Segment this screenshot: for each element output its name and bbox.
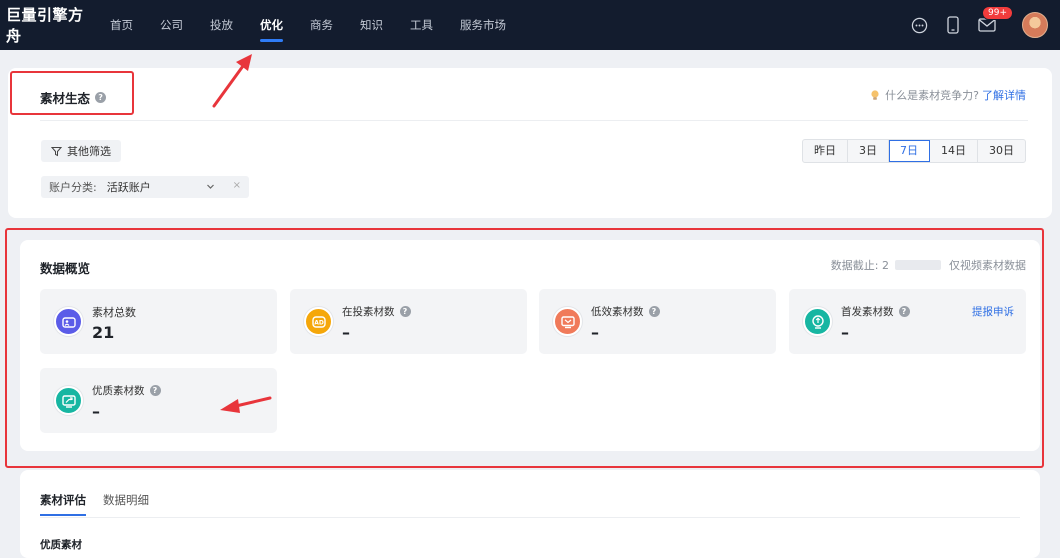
overview-meta: 数据截止: 2 仅视频素材数据 [831, 257, 1026, 273]
stat-value: 21 [92, 323, 115, 342]
nav-item-knowledge[interactable]: 知识 [360, 0, 383, 50]
quality-materials-title: 优质素材 [40, 539, 82, 551]
learn-more-link[interactable]: 了解详情 [982, 87, 1026, 103]
stat-name-row: 在投素材数? [342, 304, 411, 319]
nav-item-company[interactable]: 公司 [160, 0, 183, 50]
stat-name-row: 首发素材数? [841, 304, 910, 319]
brand-logo[interactable]: 巨量引擎方舟 [0, 4, 98, 46]
help-text: 什么是素材竞争力? [885, 89, 979, 102]
nav-right-tools: 99+ [894, 0, 1048, 50]
range-7d[interactable]: 7日 [889, 140, 930, 162]
stat-name-row: 低效素材数? [591, 304, 660, 319]
mobile-icon[interactable] [944, 16, 962, 34]
stat-name: 首发素材数 [841, 306, 894, 318]
first-release-icon [803, 307, 832, 336]
stat-name-row: 优质素材数? [92, 383, 161, 398]
account-type-select[interactable]: 账户分类: 活跃账户 × [41, 176, 249, 198]
filter-icon [51, 146, 62, 156]
stat-quality-materials[interactable]: 优质素材数? – [40, 368, 277, 433]
page-title-text: 素材生态 [40, 91, 91, 106]
date-range-selector: 昨日 3日 7日 14日 30日 [802, 139, 1026, 163]
range-3d[interactable]: 3日 [848, 140, 889, 162]
other-filter-button[interactable]: 其他筛选 [41, 140, 121, 162]
help-icon[interactable]: ? [95, 92, 107, 103]
tab-data-detail[interactable]: 数据明细 [103, 492, 149, 508]
nav-item-home[interactable]: 首页 [110, 0, 133, 50]
nav-item-ads[interactable]: 投放 [210, 0, 233, 50]
chevron-down-icon [207, 184, 214, 189]
appeal-link[interactable]: 提报申诉 [972, 304, 1014, 319]
stat-low-efficiency[interactable]: 低效素材数? – [539, 289, 776, 354]
stat-total-materials[interactable]: 素材总数 21 [40, 289, 277, 354]
tab-divider [40, 517, 1020, 518]
competitiveness-help: 什么是素材竞争力? 了解详情 [869, 87, 1026, 103]
svg-text:AD: AD [314, 319, 324, 326]
nav-item-optimize[interactable]: 优化 [260, 0, 283, 50]
stat-value: – [342, 323, 350, 342]
low-efficiency-icon [553, 307, 582, 336]
avatar[interactable] [1022, 12, 1048, 38]
page-title: 素材生态 ? [40, 88, 107, 107]
clear-icon[interactable]: × [233, 180, 241, 191]
evaluation-card: 素材评估 数据明细 优质素材 [20, 470, 1040, 558]
range-14d[interactable]: 14日 [930, 140, 978, 162]
ecology-card: 素材生态 ? 什么是素材竞争力? 了解详情 其他筛选 账户分类: 活跃账户 × … [8, 68, 1052, 218]
help-icon[interactable]: ? [648, 306, 660, 317]
range-yesterday[interactable]: 昨日 [803, 140, 848, 162]
nav-menu: 首页 公司 投放 优化 商务 知识 工具 服务市场 [110, 0, 533, 50]
stat-value: – [841, 323, 849, 342]
stat-name: 在投素材数 [342, 306, 395, 318]
divider [40, 120, 1028, 121]
tab-material-evaluation[interactable]: 素材评估 [40, 492, 86, 516]
lightbulb-icon [871, 90, 879, 100]
stat-name: 低效素材数 [591, 306, 644, 318]
stat-first-release[interactable]: 首发素材数? – 提报申诉 [789, 289, 1026, 354]
redacted-date [895, 260, 941, 270]
stat-value: – [591, 323, 599, 342]
help-icon[interactable]: ? [898, 306, 910, 317]
nav-item-business[interactable]: 商务 [310, 0, 333, 50]
stat-name: 优质素材数 [92, 385, 145, 397]
quality-icon [54, 386, 83, 415]
overview-title: 数据概览 [40, 261, 91, 276]
help-icon[interactable]: ? [399, 306, 411, 317]
account-type-label: 账户分类: [49, 181, 97, 194]
nav-item-tools[interactable]: 工具 [410, 0, 433, 50]
video-only-note: 仅视频素材数据 [949, 259, 1026, 272]
more-icon[interactable] [910, 16, 928, 34]
range-30d[interactable]: 30日 [978, 140, 1025, 162]
overview-card: 数据概览 数据截止: 2 仅视频素材数据 素材总数 21 AD 在投素材数? –… [20, 240, 1040, 451]
stat-value: – [92, 402, 100, 421]
top-nav: 巨量引擎方舟 首页 公司 投放 优化 商务 知识 工具 服务市场 99+ [0, 0, 1060, 50]
filter-button-label: 其他筛选 [67, 145, 111, 158]
stat-active-materials[interactable]: AD 在投素材数? – [290, 289, 527, 354]
notification-badge: 99+ [982, 6, 1013, 20]
material-total-icon [54, 307, 83, 336]
stat-name: 素材总数 [92, 306, 136, 319]
mail-icon[interactable]: 99+ [978, 6, 1013, 34]
ad-icon: AD [304, 307, 333, 336]
help-icon[interactable]: ? [149, 385, 161, 396]
nav-item-service-market[interactable]: 服务市场 [460, 0, 506, 50]
account-type-value: 活跃账户 [106, 181, 151, 194]
data-cutoff: 数据截止: 2 [830, 259, 889, 272]
